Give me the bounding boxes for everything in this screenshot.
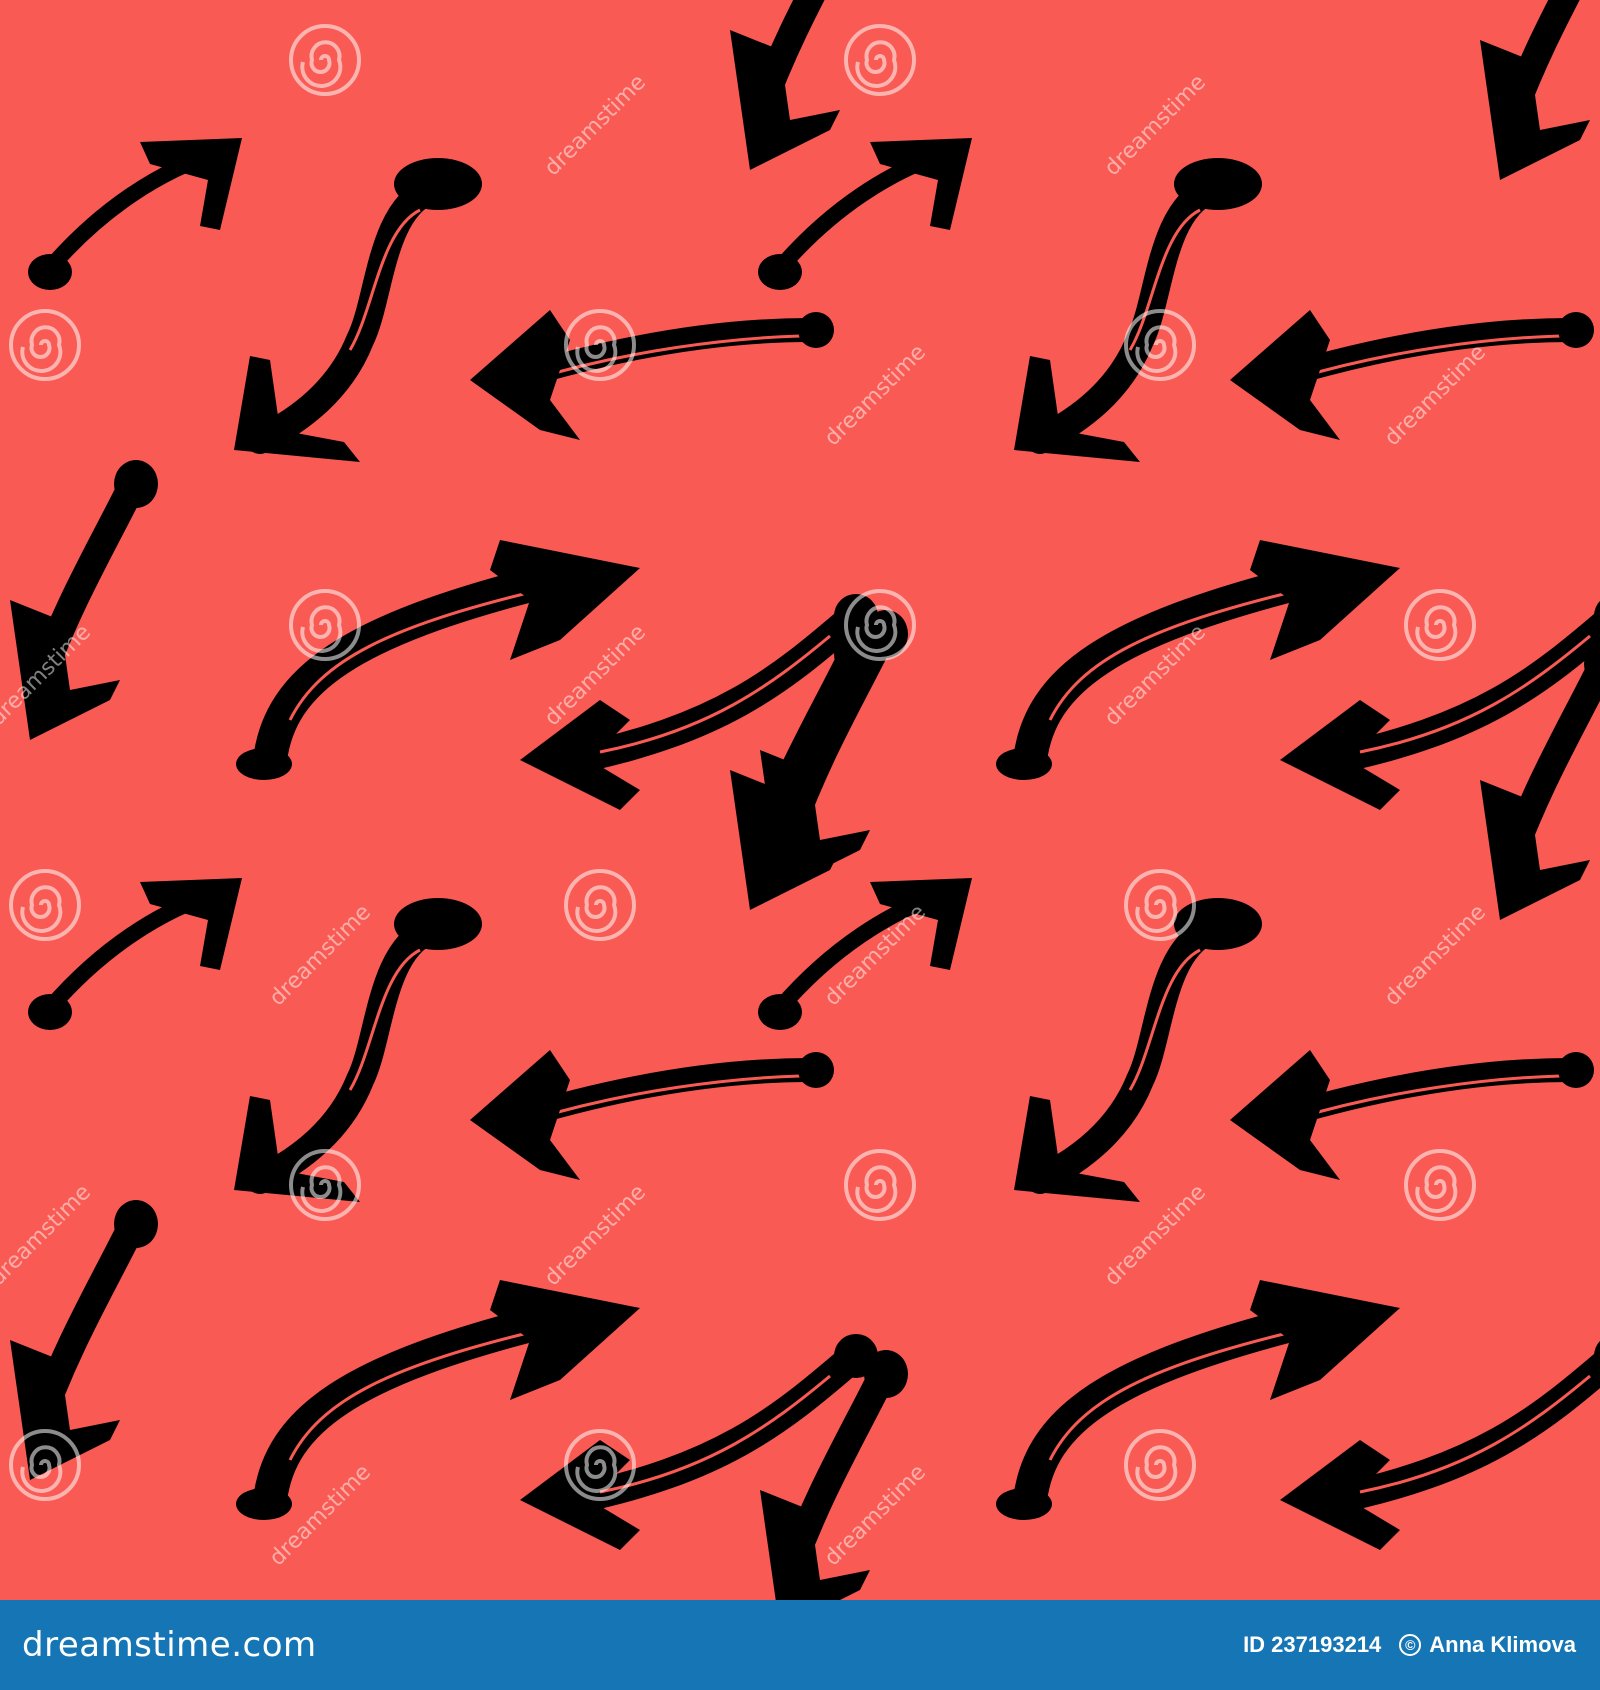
footer-logo[interactable]: dreamstime.com — [22, 1628, 317, 1662]
footer-bar: dreamstime.com ID 237193214 © Anna Klimo… — [0, 1600, 1600, 1690]
stock-image-frame: dreamstime dreamstime dreamstime dreamstime… — [0, 0, 1600, 1690]
image-id: ID 237193214 — [1243, 1632, 1382, 1657]
copyright-icon: © — [1399, 1634, 1422, 1656]
arrow-pattern-image: dreamstime dreamstime dreamstime dreamstime… — [0, 0, 1600, 1600]
footer-left: dreamstime.com — [22, 1628, 317, 1662]
footer-right: ID 237193214 © Anna Klimova — [1243, 1634, 1576, 1656]
author-name[interactable]: Anna Klimova — [1429, 1634, 1576, 1656]
